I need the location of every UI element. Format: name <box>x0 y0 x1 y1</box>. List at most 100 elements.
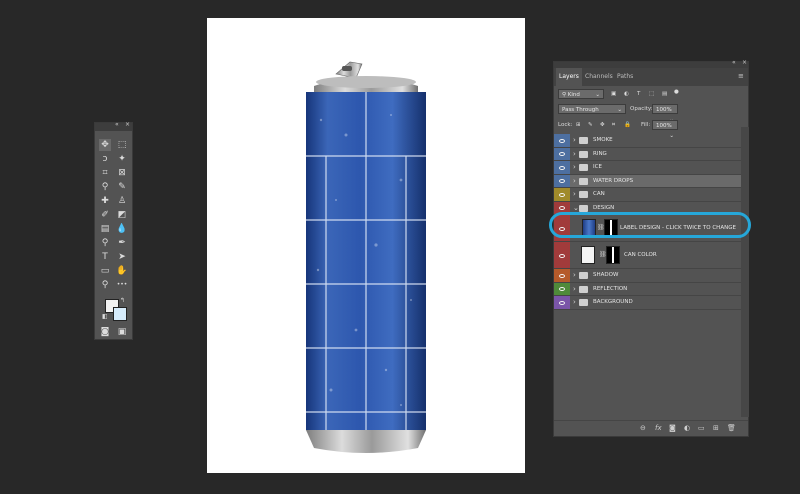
close-icon[interactable]: × <box>125 121 130 128</box>
mask-icon[interactable]: ◙ <box>669 424 676 433</box>
rectangle-icon[interactable]: ▭ <box>99 265 111 277</box>
lock-label: Lock: <box>558 122 573 128</box>
lock-transparent-icon[interactable]: ⊞ <box>576 120 581 130</box>
document-canvas[interactable] <box>207 18 525 473</box>
lock-artboard-icon[interactable]: ⌗ <box>612 120 615 130</box>
quick-mask-icon[interactable]: ◙ <box>99 326 111 338</box>
chevron-right-icon[interactable]: › <box>573 189 576 200</box>
stamp-icon[interactable]: ♙ <box>116 195 128 207</box>
tab-channels[interactable]: Channels <box>582 68 616 86</box>
layers-scrollbar[interactable] <box>741 127 749 417</box>
chevron-right-icon[interactable]: › <box>573 270 576 281</box>
eraser-icon[interactable]: ◩ <box>116 209 128 221</box>
lasso-icon[interactable]: ↄ <box>99 153 111 165</box>
visibility-toggle[interactable] <box>554 188 570 201</box>
background-color-swatch[interactable] <box>113 307 127 321</box>
more-tools-icon[interactable]: ••• <box>116 279 128 291</box>
crop-icon[interactable]: ⌗ <box>99 167 111 179</box>
visibility-toggle[interactable] <box>554 296 570 309</box>
path-select-icon[interactable]: ➤ <box>116 251 128 263</box>
layer-row[interactable]: ⛓ CAN COLOR <box>554 242 741 269</box>
layer-name: RING <box>593 150 607 157</box>
lock-all-icon[interactable]: 🔒 <box>624 120 631 130</box>
opacity-input[interactable]: 100%⌄ <box>652 104 678 123</box>
zoom-icon[interactable]: ⚲ <box>99 279 111 291</box>
filter-type-icon[interactable]: T <box>637 89 640 99</box>
chevron-right-icon[interactable]: › <box>573 135 576 146</box>
filter-smart-object-icon[interactable]: ▤ <box>662 89 667 99</box>
label-design-highlight-outline <box>549 212 751 238</box>
type-icon[interactable]: T <box>99 251 111 263</box>
eye-icon <box>559 206 565 211</box>
visibility-toggle[interactable] <box>554 174 570 187</box>
visibility-toggle[interactable] <box>554 242 570 268</box>
layer-mask-thumbnail <box>606 246 620 264</box>
magic-wand-icon[interactable]: ✦ <box>116 153 128 165</box>
tab-layers[interactable]: Layers <box>556 68 582 86</box>
swap-colors-icon[interactable]: ↰ <box>120 297 125 304</box>
fill-label: Fill: <box>641 122 651 128</box>
folder-icon[interactable]: ▭ <box>698 424 705 433</box>
filter-shape-icon[interactable]: ⬚ <box>649 89 654 99</box>
new-layer-icon[interactable]: ⊞ <box>713 424 719 433</box>
visibility-toggle[interactable] <box>554 161 570 174</box>
brush-icon[interactable]: ✐ <box>99 209 111 221</box>
hand-icon[interactable]: ✋ <box>116 265 128 277</box>
layer-row[interactable]: › REFLECTION <box>554 282 741 296</box>
filter-kind-value: Kind <box>567 92 580 98</box>
chevron-right-icon[interactable]: › <box>573 297 576 308</box>
layer-row[interactable]: › WATER DROPS <box>554 174 741 188</box>
pen-icon[interactable]: ✒ <box>116 237 128 249</box>
visibility-toggle[interactable] <box>554 147 570 160</box>
dodge-icon[interactable]: ⚲ <box>99 237 111 249</box>
tab-paths[interactable]: Paths <box>614 68 636 86</box>
layers-list: › SMOKE › RING › ICE › WATER DROPS › CAN ⌄ DESIGN ⛓ L… <box>554 134 741 434</box>
trash-icon[interactable]: 🗑 <box>727 424 736 433</box>
layer-row[interactable]: › SMOKE <box>554 134 741 148</box>
link-icon[interactable]: ⊖ <box>640 424 646 433</box>
gradient-icon[interactable]: ▤ <box>99 223 111 235</box>
screen-mode-icon[interactable]: ▣ <box>116 326 128 338</box>
lock-position-icon[interactable]: ✥ <box>600 120 605 130</box>
blend-mode-select[interactable]: Pass Through ⌄ <box>558 104 626 114</box>
layers-panel-tabs: Layers Channels Paths ≡ <box>554 68 748 86</box>
fx-icon[interactable]: fx <box>655 424 662 433</box>
filter-toggle-icon[interactable]: ● <box>674 87 679 97</box>
healing-brush-icon[interactable]: ✚ <box>99 195 111 207</box>
fill-input[interactable]: 100% ⌄ <box>652 120 678 139</box>
layer-row[interactable]: › SHADOW <box>554 269 741 283</box>
chevron-right-icon[interactable]: › <box>573 284 576 295</box>
layer-row[interactable]: › RING <box>554 147 741 161</box>
eye-icon <box>559 273 565 278</box>
layer-row[interactable]: › BACKGROUND <box>554 296 741 310</box>
filter-pixel-icon[interactable]: ▣ <box>611 89 616 99</box>
chevron-right-icon[interactable]: › <box>573 162 576 173</box>
visibility-toggle[interactable] <box>554 269 570 282</box>
filter-adjustment-icon[interactable]: ◐ <box>624 89 629 99</box>
marquee-icon[interactable]: ⬚ <box>116 139 128 151</box>
folder-icon <box>579 299 588 306</box>
layer-row[interactable]: › ICE <box>554 161 741 175</box>
filter-kind-select[interactable]: ⚲ Kind ⌄ <box>558 89 604 99</box>
eyedropper-icon[interactable]: ⚲ <box>99 181 111 193</box>
folder-icon <box>579 191 588 198</box>
layers-panel-footer: ⊖ fx ◙ ◐ ▭ ⊞ 🗑 <box>554 420 748 436</box>
collapse-icon[interactable]: « <box>732 59 736 66</box>
visibility-toggle[interactable] <box>554 282 570 295</box>
ruler-icon[interactable]: ✎ <box>116 181 128 193</box>
chevron-right-icon[interactable]: › <box>573 149 576 160</box>
frame-icon[interactable]: ⊠ <box>116 167 128 179</box>
lock-image-icon[interactable]: ✎ <box>588 120 593 130</box>
panel-menu-icon[interactable]: ≡ <box>738 72 744 80</box>
layer-row[interactable]: › CAN <box>554 188 741 202</box>
blur-icon[interactable]: 💧 <box>116 223 128 235</box>
collapse-icon[interactable]: « <box>115 121 119 128</box>
chevron-right-icon[interactable]: › <box>573 176 576 187</box>
move-icon[interactable]: ✥ <box>99 139 111 151</box>
eye-icon <box>559 287 565 292</box>
default-colors-icon[interactable]: ◧ <box>102 313 108 320</box>
adjustment-icon[interactable]: ◐ <box>684 424 690 433</box>
close-icon[interactable]: × <box>742 59 747 66</box>
visibility-toggle[interactable] <box>554 134 570 147</box>
fill-value: 100% <box>656 123 672 129</box>
